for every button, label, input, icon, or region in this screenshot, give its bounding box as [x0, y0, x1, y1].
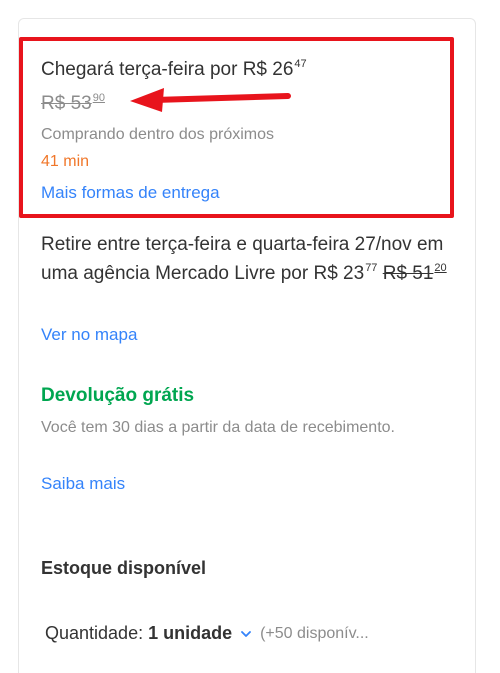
- arrival-price-cents: 47: [294, 58, 307, 70]
- free-return-title: Devolução grátis: [41, 385, 195, 406]
- pickup-option-text: Retire entre terça-feira e quarta-feira …: [41, 234, 447, 284]
- stock-title: Estoque disponível: [41, 558, 207, 578]
- learn-more-link[interactable]: Saiba mais: [41, 474, 125, 494]
- more-delivery-options-link[interactable]: Mais formas de entrega: [41, 183, 220, 203]
- chevron-down-icon[interactable]: [240, 628, 252, 640]
- quantity-label: Quantidade:: [45, 623, 144, 643]
- available-stock-count: (+50 disponív...: [260, 624, 369, 642]
- red-arrow-icon: [130, 88, 291, 112]
- quantity-selector[interactable]: Quantidade: 1 unidade (+50 disponív...: [45, 623, 369, 644]
- quantity-value[interactable]: 1 unidade: [148, 623, 232, 644]
- arrival-text: Chegará terça-feira por R$ 2647: [41, 58, 307, 80]
- buying-within-text: Comprando dentro dos próximos: [41, 126, 275, 143]
- free-return-description: Você tem 30 dias a partir da data de rec…: [41, 419, 395, 436]
- pickup-old-price: R$ 5120: [382, 262, 447, 284]
- old-shipping-price: R$ 5390: [41, 92, 105, 114]
- countdown-timer: 41 min: [41, 153, 90, 170]
- view-map-link[interactable]: Ver no mapa: [41, 325, 137, 345]
